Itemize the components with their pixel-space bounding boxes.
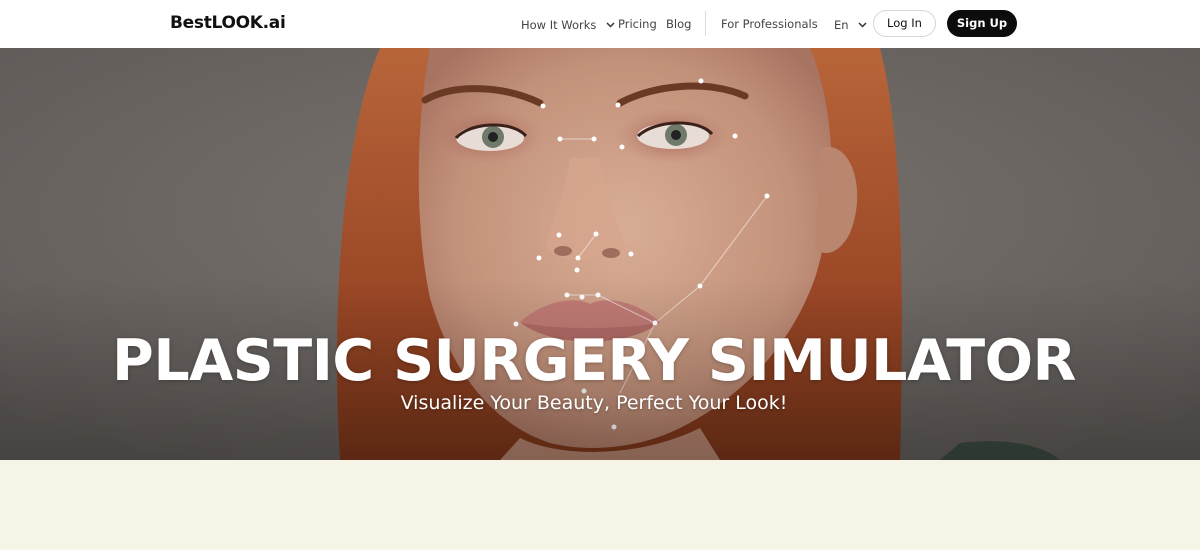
top-navbar: BestLOOK.ai How It Works Pricing Blog Fo… (0, 0, 1200, 48)
nav-for-professionals[interactable]: For Professionals (721, 17, 818, 31)
hero-banner: PLASTIC SURGERY SIMULATOR Visualize Your… (0, 48, 1200, 460)
site-logo[interactable]: BestLOOK.ai (170, 13, 286, 33)
nav-how-it-works-label: How It Works (521, 18, 597, 32)
nav-how-it-works[interactable]: How It Works (521, 17, 615, 32)
hero-title: PLASTIC SURGERY SIMULATOR (112, 328, 1076, 394)
chevron-down-icon (858, 17, 867, 31)
language-label: En (834, 18, 849, 32)
language-selector[interactable]: En (834, 17, 867, 32)
login-button[interactable]: Log In (873, 10, 936, 37)
nav-blog[interactable]: Blog (666, 17, 691, 31)
hero-subtitle: Visualize Your Beauty, Perfect Your Look… (400, 392, 788, 414)
chevron-down-icon (606, 17, 615, 31)
nav-pricing[interactable]: Pricing (618, 17, 657, 31)
content-section (0, 460, 1200, 550)
signup-button[interactable]: Sign Up (947, 10, 1017, 37)
nav-divider (705, 11, 706, 36)
